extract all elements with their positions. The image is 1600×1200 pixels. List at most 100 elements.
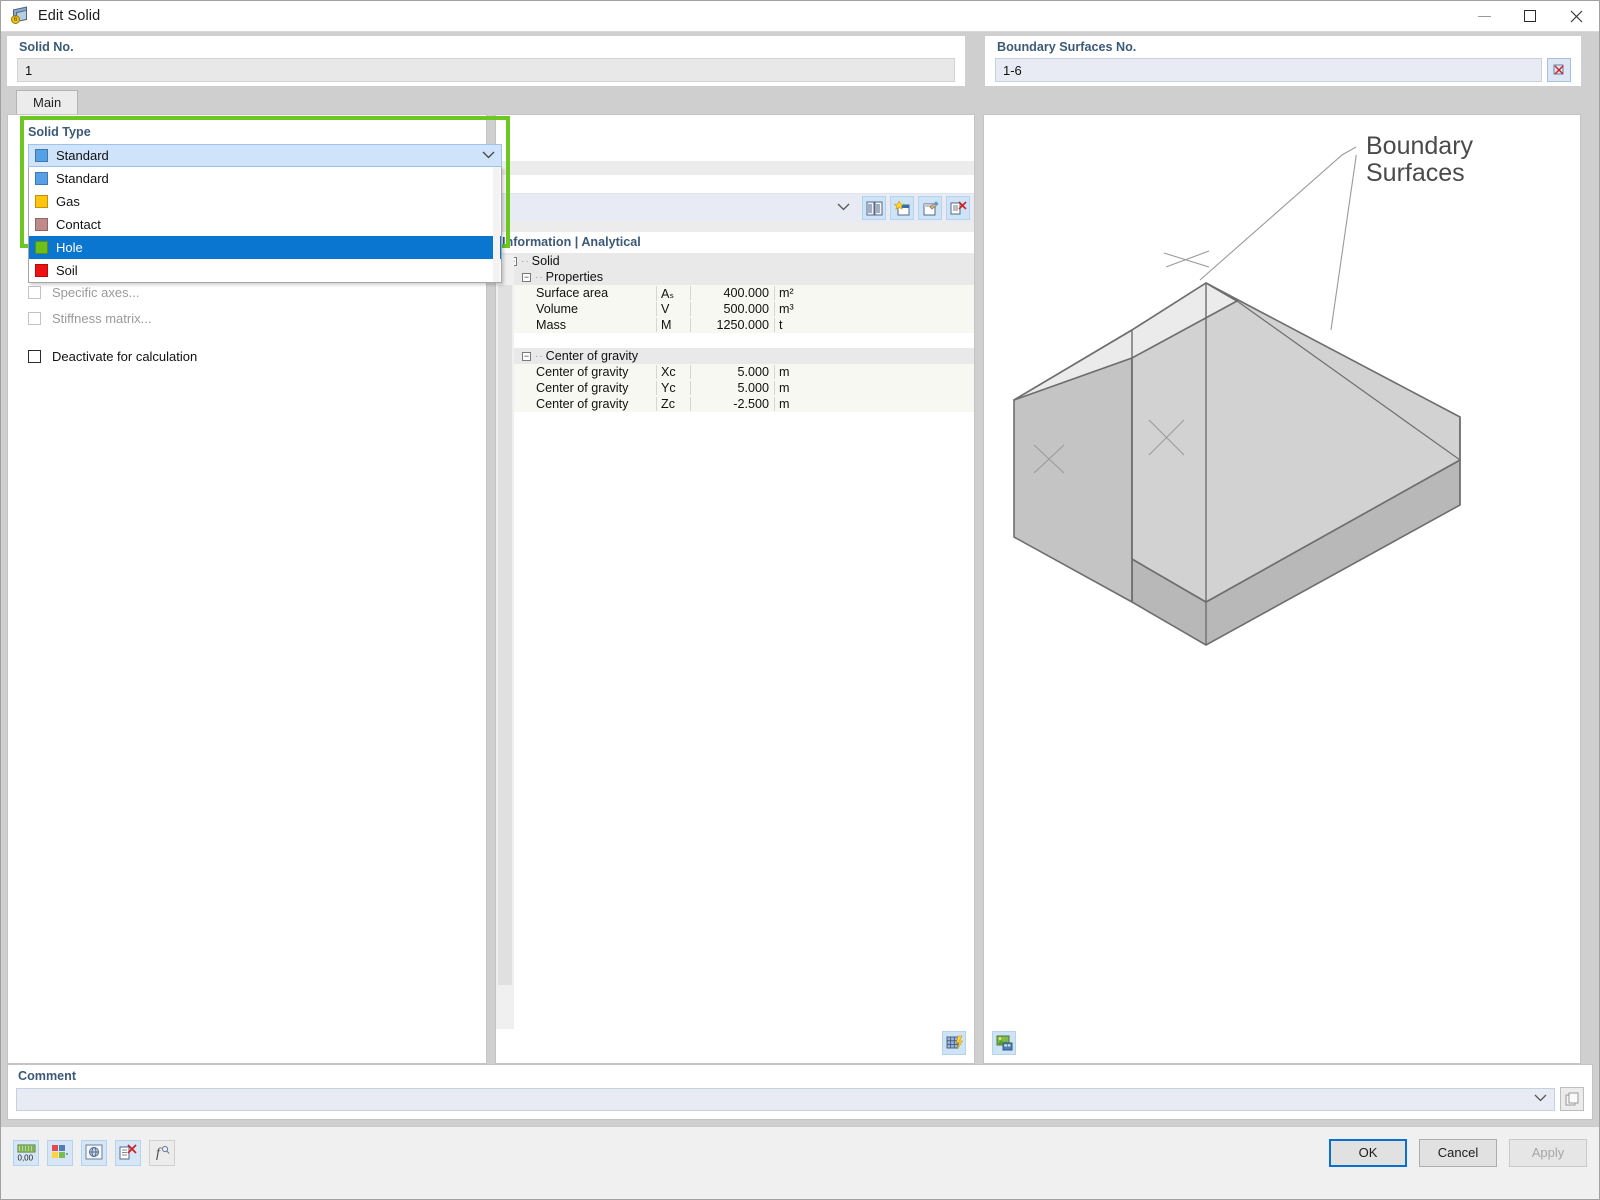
option-deactivate-for-calculation[interactable]: Deactivate for calculation <box>28 345 468 367</box>
chevron-down-icon[interactable] <box>1534 1093 1547 1105</box>
close-icon[interactable] <box>1553 1 1599 32</box>
tree-group-row[interactable]: − ·· Properties <box>496 269 974 285</box>
callout-line-2: Surfaces <box>1366 159 1465 187</box>
cancel-button[interactable]: Cancel <box>1419 1138 1497 1167</box>
row-unit: t <box>774 318 824 332</box>
information-tree: −·· Solid −·· Properties Surface area Aₛ… <box>496 253 974 412</box>
row-symbol: Xᴄ <box>656 365 690 379</box>
color-swatch <box>35 218 48 231</box>
row-symbol: Aₛ <box>656 285 690 301</box>
window-controls <box>1461 1 1599 32</box>
boundary-surfaces-callout: Boundary Surfaces <box>1366 133 1473 187</box>
functions-icon[interactable]: f <box>149 1139 175 1166</box>
model-viewport[interactable]: Boundary Surfaces <box>984 115 1580 1063</box>
callout-line-1: Boundary <box>1366 132 1474 160</box>
tree-label: Solid <box>531 254 560 268</box>
tree-scrollbar[interactable] <box>496 255 514 1029</box>
tree-scrollbar-thumb[interactable] <box>498 285 512 985</box>
dropdown-option-gas[interactable]: Gas <box>29 190 501 213</box>
solid-type-combobox[interactable]: Standard <box>28 144 502 167</box>
delete-icon[interactable] <box>115 1139 141 1166</box>
dropdown-scrollbar[interactable] <box>493 167 500 282</box>
boundary-surfaces-group: Boundary Surfaces No. 1-6 <box>985 36 1581 86</box>
row-symbol: Zᴄ <box>656 397 690 411</box>
dropdown-option-label: Contact <box>56 217 101 232</box>
tree-spacer-row <box>496 333 974 348</box>
tab-strip: Main <box>1 90 1599 114</box>
row-label: Volume <box>536 302 579 316</box>
color-swatch <box>35 172 48 185</box>
minimize-button[interactable] <box>1461 1 1507 32</box>
color-swatch <box>35 241 48 254</box>
material-combo-row <box>496 193 974 222</box>
boundary-surfaces-input[interactable]: 1-6 <box>995 58 1542 82</box>
row-value: 5.000 <box>690 365 774 379</box>
option-label: Deactivate for calculation <box>52 348 198 364</box>
table-row: Surface area Aₛ 400.000 m² <box>496 285 974 301</box>
checkbox-specific-axes <box>28 285 41 299</box>
display-properties-icon[interactable] <box>47 1139 73 1166</box>
tree-group-row[interactable]: −·· Solid <box>496 253 974 269</box>
table-row: Mass M 1250.000 t <box>496 317 974 333</box>
units-decimals-icon[interactable]: 0,00 <box>13 1139 39 1166</box>
table-row: Center of gravity Zᴄ -2.500 m <box>496 396 974 412</box>
collapse-icon[interactable]: − <box>522 272 531 282</box>
model-preview-panel: Boundary Surfaces <box>983 114 1581 1064</box>
maximize-button[interactable] <box>1507 1 1553 32</box>
boundary-surfaces-label: Boundary Surfaces No. <box>997 40 1137 54</box>
window-title: Edit Solid <box>38 8 101 24</box>
select-objects-icon[interactable] <box>1547 58 1571 82</box>
new-material-icon[interactable] <box>890 196 914 220</box>
dropdown-option-label: Gas <box>56 194 80 209</box>
cancel-button-label: Cancel <box>1437 1145 1479 1160</box>
tab-main-label: Main <box>33 95 62 110</box>
svg-text:0,00: 0,00 <box>17 1153 33 1162</box>
dropdown-option-contact[interactable]: Contact <box>29 213 501 236</box>
dropdown-option-hole[interactable]: Hole <box>29 236 501 259</box>
edit-material-icon[interactable] <box>918 196 942 220</box>
row-symbol: Yᴄ <box>656 381 690 395</box>
dropdown-option-standard[interactable]: Standard <box>29 167 501 190</box>
solid-type-label: Solid Type <box>28 125 91 139</box>
option-label: Stiffness matrix... <box>52 310 152 326</box>
table-export-icon[interactable] <box>942 1031 966 1055</box>
svg-text:f: f <box>156 1146 162 1161</box>
middle-panel: Information | Analytical −·· Solid −·· P… <box>495 114 975 1064</box>
library-icon[interactable] <box>862 196 886 220</box>
information-analytical-title: Information | Analytical <box>496 232 974 253</box>
tab-main[interactable]: Main <box>16 90 79 114</box>
collapse-icon[interactable]: − <box>522 351 531 361</box>
row-label: Center of gravity <box>536 381 629 395</box>
tree-label: Center of gravity <box>545 349 639 363</box>
dropdown-option-soil[interactable]: Soil <box>29 259 501 282</box>
color-swatch <box>35 264 48 277</box>
left-panel: Options Mesh refinement... Specific axes… <box>7 114 510 1064</box>
view-mode-icon[interactable] <box>81 1139 107 1166</box>
ok-button-label: OK <box>1358 1145 1378 1160</box>
row-unit: m <box>774 365 824 379</box>
row-unit: m <box>774 381 824 395</box>
solid-type-section: Solid Type Standard Standard Gas Contact… <box>28 125 502 283</box>
render-view-icon[interactable] <box>992 1031 1016 1055</box>
option-label: Specific axes... <box>52 284 140 300</box>
comment-input[interactable] <box>16 1087 1555 1111</box>
solid-no-input[interactable]: 1 <box>17 58 955 82</box>
chevron-down-icon[interactable] <box>482 150 495 162</box>
chevron-down-icon[interactable] <box>837 202 858 214</box>
checkbox-deactivate-for-calculation[interactable] <box>28 349 41 363</box>
comment-list-icon[interactable] <box>1560 1087 1584 1111</box>
edit-solid-dialog: 6 Edit Solid Solid No. 1 Boundary Surfac… <box>0 0 1600 1200</box>
row-symbol: V <box>656 302 690 316</box>
ok-button[interactable]: OK <box>1329 1138 1407 1167</box>
row-value: 500.000 <box>690 302 774 316</box>
solid-no-label: Solid No. <box>19 40 74 54</box>
dropdown-option-label: Hole <box>56 240 83 255</box>
color-swatch <box>35 195 48 208</box>
comment-label: Comment <box>18 1069 77 1083</box>
dropdown-option-label: Standard <box>56 171 109 186</box>
solid-type-dropdown-list[interactable]: Standard Gas Contact Hole Soil <box>28 167 502 283</box>
tree-group-row[interactable]: − ·· Center of gravity <box>496 348 974 364</box>
table-row: Center of gravity Yᴄ 5.000 m <box>496 380 974 396</box>
delete-material-icon[interactable] <box>946 196 970 220</box>
solid-type-selected-value: Standard <box>56 148 109 163</box>
